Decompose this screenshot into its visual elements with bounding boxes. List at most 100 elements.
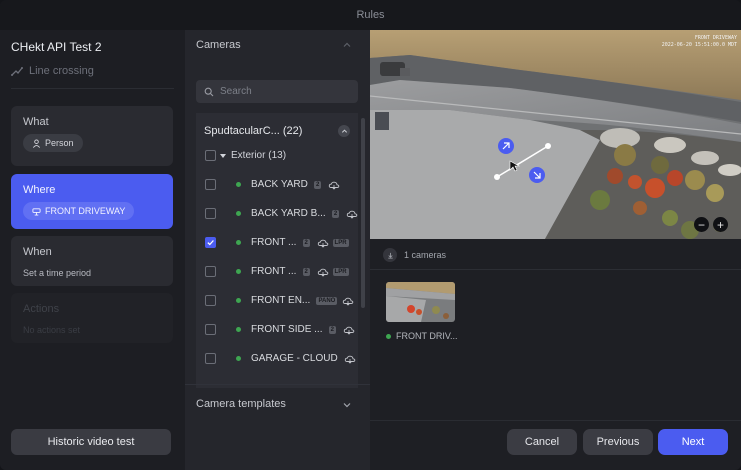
step-actions-label: Actions — [23, 303, 60, 315]
camera-list-scrollbar[interactable] — [361, 118, 365, 308]
download-icon[interactable] — [383, 248, 397, 262]
thumbnail-label: FRONT DRIV... — [386, 331, 458, 341]
rule-steps-pane: CHekt API Test 2 Line crossing What Pers… — [0, 30, 185, 470]
preview-pane: FRONT DRIVEWAY 2022-06-20 15:51:00.0 MDT… — [370, 30, 741, 470]
cloud-storage-icon — [342, 295, 354, 307]
online-status-dot — [236, 327, 241, 332]
thumbnail-image — [386, 282, 455, 322]
camera-name: FRONT ... — [251, 237, 297, 248]
camera-templates-header[interactable]: Camera templates — [196, 398, 286, 410]
chevron-up-icon[interactable] — [342, 40, 352, 50]
step-where[interactable]: Where FRONT DRIVEWAY — [11, 174, 173, 229]
camera-row[interactable]: FRONT ... 2 LPR — [196, 228, 358, 257]
object-chip-person[interactable]: Person — [23, 134, 83, 152]
camera-checkbox[interactable] — [205, 353, 216, 364]
camera-scene — [370, 30, 741, 239]
online-status-dot — [236, 269, 241, 274]
camera-badge: 2 — [331, 209, 340, 218]
camera-preview[interactable]: FRONT DRIVEWAY 2022-06-20 15:51:00.0 MDT… — [370, 30, 741, 239]
site-count: (22) — [282, 125, 303, 137]
camera-row[interactable]: FRONT SIDE ... 2 — [196, 315, 358, 344]
online-status-dot — [386, 333, 391, 339]
rule-name: CHekt API Test 2 — [11, 40, 102, 54]
check-icon — [207, 240, 214, 246]
camera-row[interactable]: GARAGE - CLOUD — [196, 344, 358, 373]
next-button[interactable]: Next — [658, 429, 728, 455]
search-input[interactable] — [220, 86, 350, 97]
step-actions[interactable]: Actions No actions set — [11, 293, 173, 343]
divider — [370, 269, 741, 270]
divider — [185, 384, 370, 385]
camera-icon — [32, 207, 41, 216]
camera-name: BACK YARD B... — [251, 208, 326, 219]
camera-search — [196, 80, 358, 103]
camera-row[interactable]: FRONT ... 2 LPR — [196, 257, 358, 286]
camera-badge: 2 — [314, 180, 322, 189]
zoom-out-button[interactable]: − — [694, 217, 709, 232]
camera-thumbnail[interactable] — [386, 282, 455, 322]
step-when-label: When — [23, 246, 52, 258]
step-when[interactable]: When Set a time period — [11, 236, 173, 286]
historic-video-test-button[interactable]: Historic video test — [11, 429, 171, 455]
subgroup-row[interactable]: Exterior (13) — [196, 141, 358, 170]
camera-checkbox[interactable] — [205, 266, 216, 277]
cloud-storage-icon — [317, 266, 329, 278]
cameras-pane: Cameras SpudtacularC... (22) Exterior (1… — [185, 30, 370, 470]
overlay-camera-name: FRONT DRIVEWAY — [694, 35, 737, 41]
camera-checkbox[interactable] — [205, 208, 216, 219]
camera-name: FRONT EN... — [251, 295, 311, 306]
camera-badge: 2 — [302, 238, 310, 247]
collapse-group-button[interactable] — [338, 125, 350, 137]
site-name: SpudtacularC... — [204, 125, 280, 137]
camera-checkbox[interactable] — [205, 179, 216, 190]
window-title: Rules — [0, 0, 741, 30]
subgroup-checkbox[interactable] — [205, 150, 216, 161]
online-status-dot — [236, 240, 241, 245]
step-when-sub: Set a time period — [23, 268, 92, 278]
camera-name: FRONT ... — [251, 266, 297, 277]
previous-button[interactable]: Previous — [583, 429, 653, 455]
cloud-storage-icon — [317, 237, 329, 249]
zoom-in-button[interactable]: + — [713, 217, 728, 232]
object-chip-label: Person — [45, 138, 74, 148]
chevron-up-icon — [341, 128, 347, 133]
selected-count-label: 1 cameras — [404, 250, 447, 260]
thumbnail-camera-name: FRONT DRIV... — [396, 331, 458, 341]
selected-camera-count: 1 cameras — [383, 248, 446, 262]
step-where-label: Where — [23, 184, 56, 196]
camera-name: FRONT SIDE ... — [251, 324, 323, 335]
search-icon — [204, 87, 214, 96]
camera-checkbox[interactable] — [205, 237, 216, 248]
camera-row[interactable]: FRONT EN... PANO — [196, 286, 358, 315]
divider — [11, 88, 174, 89]
cancel-button[interactable]: Cancel — [507, 429, 577, 455]
camera-row[interactable]: BACK YARD 2 — [196, 170, 358, 199]
cameras-header: Cameras — [196, 39, 241, 51]
camera-chip-label: FRONT DRIVEWAY — [45, 206, 126, 216]
subgroup-name: Exterior — [231, 150, 266, 161]
online-status-dot — [236, 182, 241, 187]
camera-badge: 2 — [328, 325, 336, 334]
camera-badge: PANO — [316, 296, 338, 305]
rules-window: Rules CHekt API Test 2 Line crossing Wha… — [0, 0, 741, 470]
online-status-dot — [236, 356, 241, 361]
overlay-timestamp: 2022-06-20 15:51:00.0 MDT — [661, 42, 737, 48]
subgroup-label: Exterior (13) — [231, 150, 286, 161]
camera-checkbox[interactable] — [205, 295, 216, 306]
lpr-badge: LPR — [332, 238, 349, 247]
camera-badge: 2 — [302, 267, 310, 276]
camera-row[interactable]: BACK YARD B... 2 — [196, 199, 358, 228]
step-what-label: What — [23, 116, 49, 128]
cloud-storage-icon — [344, 353, 356, 365]
lpr-badge: LPR — [332, 267, 349, 276]
rule-type: Line crossing — [11, 65, 94, 77]
step-what[interactable]: What Person — [11, 106, 173, 166]
camera-name: GARAGE - CLOUD — [251, 353, 338, 364]
site-group-header[interactable]: SpudtacularC... (22) — [204, 123, 350, 139]
camera-chip[interactable]: FRONT DRIVEWAY — [23, 202, 135, 220]
cloud-storage-icon — [346, 208, 358, 220]
chevron-down-icon[interactable] — [342, 400, 352, 410]
rule-type-label: Line crossing — [29, 65, 94, 77]
camera-checkbox[interactable] — [205, 324, 216, 335]
subgroup-header[interactable]: Exterior (13) — [220, 150, 286, 161]
